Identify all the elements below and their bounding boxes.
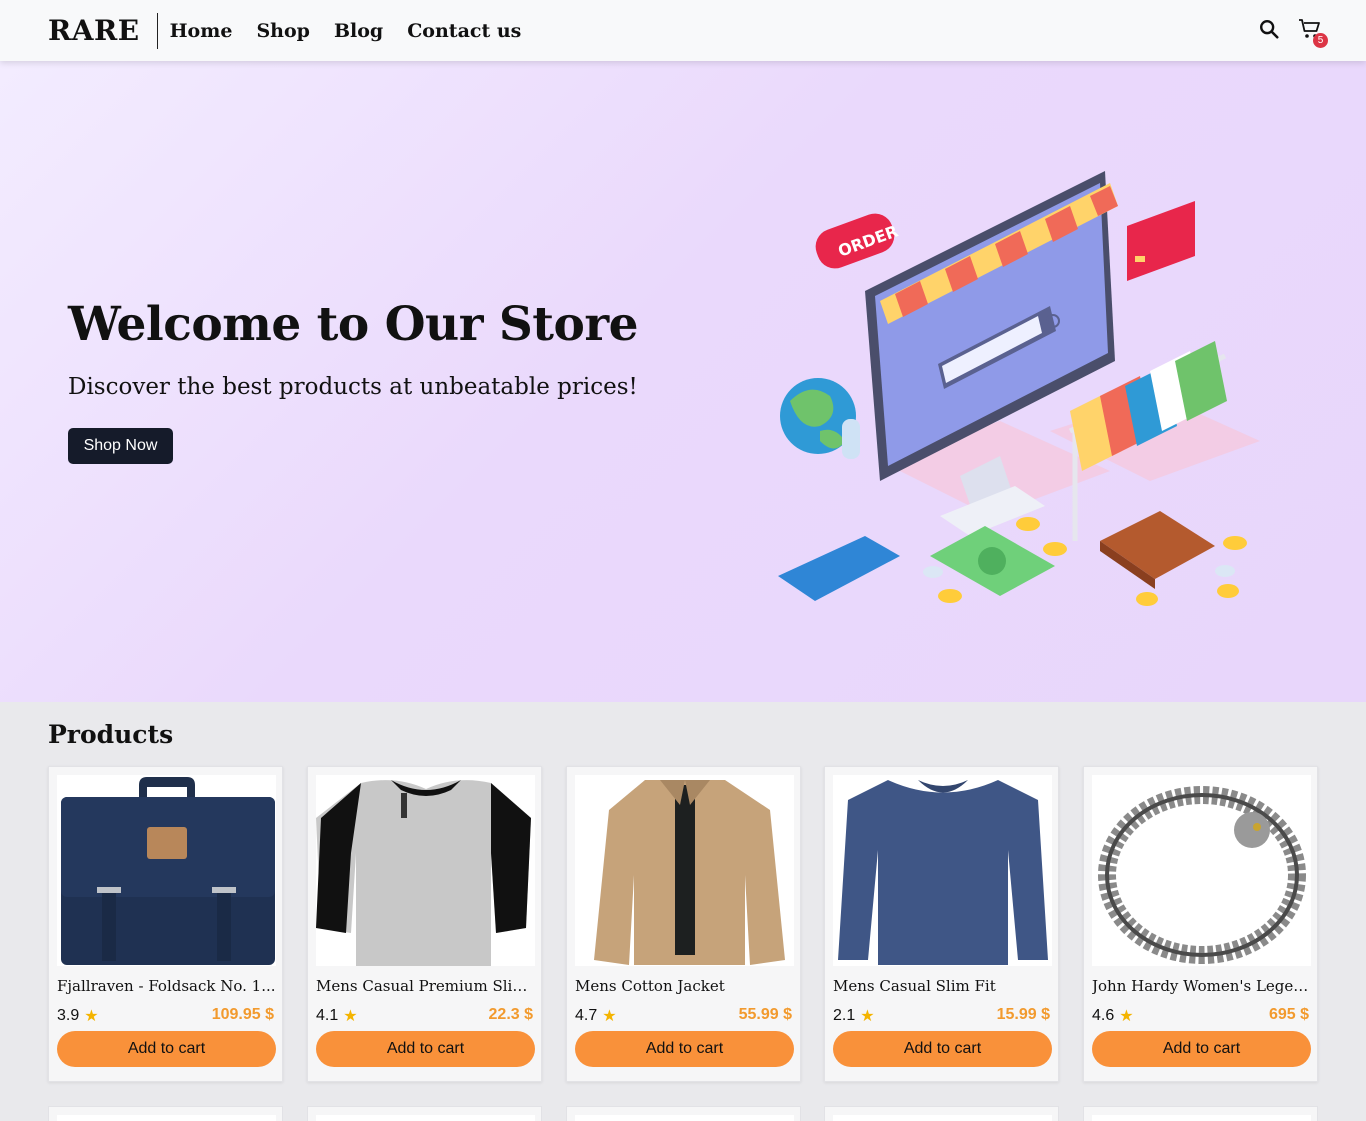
product-rating: 4.1 ★: [316, 1006, 358, 1026]
products-heading: Products: [48, 720, 174, 749]
rating-value: 4.6: [1092, 1007, 1115, 1024]
star-icon: ★: [602, 1008, 617, 1025]
navbar: RARE Home Shop Blog Contact us 5: [0, 0, 1366, 61]
brand-logo[interactable]: RARE: [48, 14, 140, 47]
product-rating: 2.1 ★: [833, 1006, 875, 1026]
product-card[interactable]: [307, 1106, 542, 1121]
product-image[interactable]: [833, 1115, 1052, 1121]
main-nav: Home Shop Blog Contact us: [170, 20, 522, 42]
product-image[interactable]: [316, 1115, 535, 1121]
product-card[interactable]: [48, 1106, 283, 1121]
product-title[interactable]: John Hardy Women's Legen...: [1092, 977, 1311, 995]
backpack-image[interactable]: [57, 775, 276, 966]
product-card[interactable]: [824, 1106, 1059, 1121]
add-to-cart-button[interactable]: Add to cart: [575, 1031, 794, 1067]
search-icon[interactable]: [1258, 18, 1282, 42]
nav-link-contact[interactable]: Contact us: [407, 20, 521, 42]
product-rating: 4.7 ★: [575, 1006, 617, 1026]
shop-now-button[interactable]: Shop Now: [68, 428, 173, 464]
rating-value: 2.1: [833, 1007, 856, 1024]
raglan-tshirt-image[interactable]: [316, 775, 535, 966]
star-icon: ★: [1119, 1008, 1134, 1025]
product-price: 22.3 $: [488, 1006, 533, 1023]
star-icon: ★: [84, 1008, 99, 1025]
add-to-cart-button[interactable]: Add to cart: [316, 1031, 535, 1067]
rating-value: 3.9: [57, 1007, 80, 1024]
product-card[interactable]: Mens Casual Slim Fit 2.1 ★ 15.99 $ Add t…: [824, 766, 1059, 1082]
star-icon: ★: [343, 1008, 358, 1025]
product-image[interactable]: [1092, 1115, 1311, 1121]
product-price: 15.99 $: [996, 1006, 1050, 1023]
product-title[interactable]: Mens Cotton Jacket: [575, 977, 794, 995]
rating-value: 4.7: [575, 1007, 598, 1024]
product-title[interactable]: Mens Casual Slim Fit: [833, 977, 1052, 995]
product-price: 695 $: [1268, 1006, 1309, 1023]
add-to-cart-button[interactable]: Add to cart: [57, 1031, 276, 1067]
product-card[interactable]: Fjallraven - Foldsack No. 1... 3.9 ★ 109…: [48, 766, 283, 1082]
cart-count-badge: 5: [1313, 33, 1328, 48]
nav-link-blog[interactable]: Blog: [334, 20, 383, 42]
hero-title: Welcome to Our Store: [68, 297, 639, 352]
cart-icon[interactable]: 5: [1298, 18, 1328, 48]
add-to-cart-button[interactable]: Add to cart: [833, 1031, 1052, 1067]
online-shopping-illustration: ORDER: [778, 171, 1260, 606]
rating-value: 4.1: [316, 1007, 339, 1024]
product-card[interactable]: John Hardy Women's Legen... 4.6 ★ 695 $ …: [1083, 766, 1318, 1082]
product-image[interactable]: [57, 1115, 276, 1121]
star-icon: ★: [860, 1008, 875, 1025]
product-price: 109.95 $: [211, 1006, 274, 1023]
brand-divider: [156, 12, 158, 49]
bracelet-image[interactable]: [1092, 775, 1311, 966]
cotton-jacket-image[interactable]: [575, 775, 794, 966]
product-rating: 4.6 ★: [1092, 1006, 1134, 1026]
product-rating: 3.9 ★: [57, 1006, 99, 1026]
nav-link-shop[interactable]: Shop: [256, 20, 310, 42]
product-card[interactable]: Mens Casual Premium Slim... 4.1 ★ 22.3 $…: [307, 766, 542, 1082]
longsleeve-shirt-image[interactable]: [833, 775, 1052, 966]
product-image[interactable]: [575, 1115, 794, 1121]
product-card[interactable]: [566, 1106, 801, 1121]
hero-subtitle: Discover the best products at unbeatable…: [68, 374, 638, 400]
product-title[interactable]: Mens Casual Premium Slim...: [316, 977, 535, 995]
product-price: 55.99 $: [738, 1006, 792, 1023]
hero-banner: Welcome to Our Store Discover the best p…: [0, 61, 1366, 702]
nav-link-home[interactable]: Home: [170, 20, 233, 42]
product-card[interactable]: [1083, 1106, 1318, 1121]
add-to-cart-button[interactable]: Add to cart: [1092, 1031, 1311, 1067]
nav-actions: 5: [1258, 18, 1328, 48]
product-title[interactable]: Fjallraven - Foldsack No. 1...: [57, 977, 276, 995]
product-card[interactable]: Mens Cotton Jacket 4.7 ★ 55.99 $ Add to …: [566, 766, 801, 1082]
